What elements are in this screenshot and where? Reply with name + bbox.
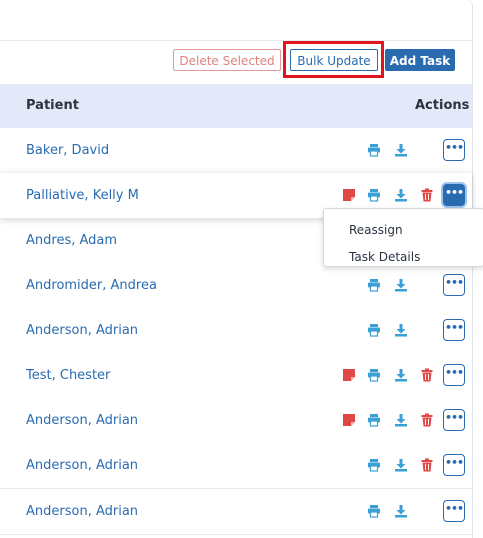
print-icon[interactable] (367, 278, 381, 292)
patient-link[interactable]: Palliative, Kelly M (26, 173, 139, 218)
table-row: Anderson, Adrian ••• (0, 308, 472, 354)
table-row: Anderson, Adrian ••• (0, 398, 472, 444)
download-icon[interactable] (394, 278, 408, 292)
tasks-panel: Delete Selected Bulk Update Add Task Pat… (0, 0, 473, 538)
download-icon[interactable] (394, 143, 408, 157)
print-icon[interactable] (367, 504, 381, 518)
note-icon[interactable] (342, 413, 356, 427)
trash-icon[interactable] (420, 368, 434, 382)
more-actions-button[interactable]: ••• (443, 139, 465, 161)
download-icon[interactable] (394, 504, 408, 518)
trash-icon[interactable] (420, 413, 434, 427)
table-row: Anderson, Adrian ••• (0, 443, 472, 489)
table-row: Anderson, Adrian ••• (0, 489, 472, 535)
bulk-update-button[interactable]: Bulk Update (290, 49, 378, 71)
print-icon[interactable] (367, 323, 381, 337)
patient-link[interactable]: Andres, Adam (26, 218, 117, 263)
trash-icon[interactable] (420, 458, 434, 472)
panel-top-strip (0, 0, 472, 41)
delete-selected-button[interactable]: Delete Selected (173, 49, 281, 71)
print-icon[interactable] (367, 188, 381, 202)
menu-item-task-details[interactable]: Task Details (349, 250, 420, 264)
more-actions-button[interactable]: ••• (443, 274, 465, 296)
download-icon[interactable] (394, 458, 408, 472)
more-actions-button[interactable]: ••• (443, 454, 465, 476)
patient-link[interactable]: Baker, David (26, 128, 109, 173)
patient-link[interactable]: Anderson, Adrian (26, 308, 138, 353)
note-icon[interactable] (342, 368, 356, 382)
download-icon[interactable] (394, 188, 408, 202)
patient-link[interactable]: Anderson, Adrian (26, 398, 138, 443)
download-icon[interactable] (394, 368, 408, 382)
download-icon[interactable] (394, 323, 408, 337)
more-actions-button[interactable]: ••• (443, 500, 465, 522)
table-row: Andromider, Andrea ••• (0, 263, 472, 309)
more-actions-button[interactable]: ••• (443, 409, 465, 431)
patient-link[interactable]: Andromider, Andrea (26, 263, 157, 308)
more-actions-button[interactable]: ••• (443, 184, 465, 206)
table-row: Test, Chester ••• (0, 353, 472, 399)
more-actions-button[interactable]: ••• (443, 319, 465, 341)
download-icon[interactable] (394, 413, 408, 427)
patient-link[interactable]: Anderson, Adrian (26, 443, 138, 488)
note-icon[interactable] (342, 188, 356, 202)
print-icon[interactable] (367, 368, 381, 382)
table-row: Baker, David ••• (0, 128, 472, 174)
column-header-actions: Actions (415, 98, 470, 113)
add-task-button[interactable]: Add Task (385, 49, 455, 71)
row-actions-menu: Reassign Task Details (323, 208, 483, 267)
print-icon[interactable] (367, 143, 381, 157)
column-header-patient: Patient (26, 98, 79, 113)
patient-link[interactable]: Anderson, Adrian (26, 489, 138, 534)
menu-item-reassign[interactable]: Reassign (349, 223, 403, 237)
print-icon[interactable] (367, 413, 381, 427)
table-header: Patient Actions (0, 84, 472, 128)
more-actions-button[interactable]: ••• (443, 364, 465, 386)
trash-icon[interactable] (420, 188, 434, 202)
patient-link[interactable]: Test, Chester (26, 353, 110, 398)
print-icon[interactable] (367, 458, 381, 472)
